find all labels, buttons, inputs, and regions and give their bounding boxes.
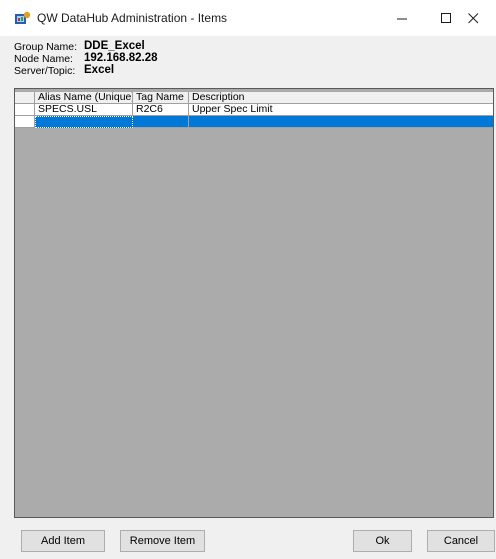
server-topic-value: Excel bbox=[84, 64, 115, 76]
ok-button[interactable]: Ok bbox=[353, 530, 412, 552]
title-bar[interactable]: QW DataHub Administration - Items bbox=[0, 0, 496, 36]
close-icon bbox=[468, 12, 479, 23]
items-dialog: QW DataHub Administration - Items Group … bbox=[0, 0, 496, 559]
alias-cell[interactable]: SPECS.USL bbox=[35, 104, 133, 116]
window-title: QW DataHub Administration - Items bbox=[37, 11, 228, 25]
column-header-alias[interactable]: Alias Name (Unique) bbox=[35, 92, 133, 104]
row-header[interactable] bbox=[15, 116, 35, 128]
maximize-button[interactable] bbox=[424, 0, 468, 36]
grid-header-row: Alias Name (Unique) Tag Name Description bbox=[15, 92, 493, 104]
node-name-label: Node Name: bbox=[14, 53, 73, 65]
tag-cell[interactable]: R2C6 bbox=[133, 104, 189, 116]
group-name-value: DDE_Excel bbox=[84, 40, 145, 52]
new-item-row[interactable] bbox=[15, 116, 493, 128]
tag-cell[interactable] bbox=[133, 116, 189, 128]
description-cell[interactable]: Upper Spec Limit bbox=[189, 104, 493, 116]
cancel-button[interactable]: Cancel bbox=[427, 530, 495, 552]
server-topic-label: Server/Topic: bbox=[14, 65, 76, 77]
minimize-button[interactable] bbox=[380, 0, 424, 36]
maximize-icon bbox=[440, 12, 451, 23]
description-cell[interactable] bbox=[189, 116, 493, 128]
node-name-value: 192.168.82.28 bbox=[84, 52, 158, 64]
add-item-button[interactable]: Add Item bbox=[21, 530, 105, 552]
remove-item-button[interactable]: Remove Item bbox=[120, 530, 205, 552]
items-grid[interactable]: Alias Name (Unique) Tag Name Description… bbox=[14, 88, 494, 518]
column-header-description[interactable]: Description bbox=[189, 92, 493, 104]
minimize-icon bbox=[396, 18, 407, 19]
group-name-label: Group Name: bbox=[14, 41, 78, 53]
row-header-corner[interactable] bbox=[15, 92, 35, 104]
app-icon bbox=[15, 11, 31, 24]
alias-cell[interactable] bbox=[35, 116, 133, 128]
column-header-tag[interactable]: Tag Name bbox=[133, 92, 189, 104]
close-button[interactable] bbox=[468, 0, 496, 36]
row-header[interactable] bbox=[15, 104, 35, 116]
table-row[interactable]: SPECS.USL R2C6 Upper Spec Limit bbox=[15, 104, 493, 116]
